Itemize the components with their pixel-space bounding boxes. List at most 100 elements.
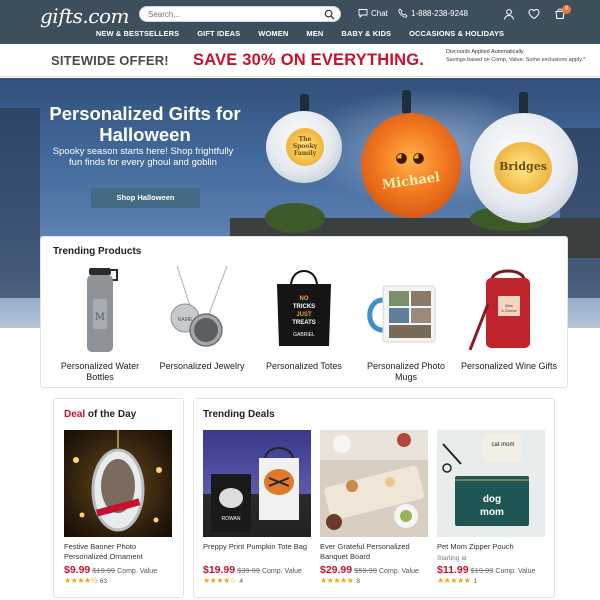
pumpkin-stem — [402, 90, 411, 114]
jewelry-image: NAME — [170, 265, 228, 347]
phone-number: 1-888-238-9248 — [411, 8, 468, 18]
svg-text:dog: dog — [483, 494, 501, 505]
pumpkin-right-text: Bridges — [499, 160, 547, 173]
promo-bar[interactable]: SITEWIDE OFFER! SAVE 30% ON EVERYTHING. … — [0, 44, 600, 77]
site-header: gifts.com Chat 1-888-238-9248 0 NEW & BE… — [0, 0, 600, 44]
deal-star-rating: ★★★★½ 63 — [64, 576, 107, 585]
promo-note-body: Savings based on Comp. Value. Some exclu… — [446, 57, 586, 63]
tote-bag-image: NO TRICKS JUST TREATS GABRIEL — [277, 270, 331, 346]
phone-link[interactable]: 1-888-238-9248 — [398, 8, 468, 18]
deal-price-row: $11.99 $19.99 Comp. Value — [437, 564, 557, 576]
water-bottle-image: M — [87, 268, 118, 352]
chat-link[interactable]: Chat — [358, 8, 388, 18]
svg-text:TREATS: TREATS — [292, 320, 316, 326]
nav-item-women[interactable]: WOMEN — [249, 29, 297, 42]
trending-product-label: Personalized Wine Gifts — [460, 361, 558, 371]
deal-comp-value: Comp. Value — [261, 568, 302, 575]
deal-star-rating: ★★★★☆ 4 — [203, 576, 243, 585]
deal-comp-value: Comp. Value — [378, 568, 419, 575]
account-icon[interactable] — [503, 8, 515, 20]
svg-text:NO: NO — [300, 296, 309, 302]
deal-was-price: $19.99 — [470, 566, 494, 575]
svg-text:JUST: JUST — [296, 312, 312, 318]
main-nav: NEW & BESTSELLERS GIFT IDEAS WOMEN MEN B… — [0, 29, 600, 42]
deal-price-row: $19.99 $39.99 Comp. Value — [203, 564, 323, 576]
svg-text:Wine: Wine — [505, 304, 513, 308]
hero-tree-silhouette — [0, 108, 40, 298]
deal-comp-value: Comp. Value — [495, 568, 536, 575]
deal-title-highlight: Deal — [64, 409, 86, 420]
deal-stars: ★★★★½ — [64, 576, 97, 585]
deal-title-rest: of the Day — [85, 409, 137, 420]
deal-price-row: $29.99 $59.99 Comp. Value — [320, 564, 440, 576]
search-icon[interactable] — [324, 9, 335, 20]
deal-product-name[interactable]: Ever Grateful Personalized Banquet Board — [320, 542, 435, 562]
deal-product-name[interactable]: Festive Banner Photo Personalized Orname… — [64, 542, 179, 562]
nav-item-gift-ideas[interactable]: GIFT IDEAS — [188, 29, 249, 42]
trending-product-label: Personalized Totes — [266, 361, 342, 371]
shop-halloween-button[interactable]: Shop Halloween — [91, 188, 200, 208]
deal-comp-value: Comp. Value — [117, 568, 158, 575]
trending-deals-title: Trending Deals — [203, 409, 275, 420]
heart-icon[interactable] — [528, 8, 540, 20]
deal-review-count: 63 — [99, 578, 108, 585]
tote-name-text: GABRIEL — [293, 332, 315, 338]
deal-price-row: $9.99 $19.99 Comp. Value — [64, 564, 184, 576]
deal-was-price: $59.99 — [354, 566, 378, 575]
trending-product-label: Personalized Jewelry — [159, 361, 245, 371]
banquet-board-image — [320, 430, 428, 537]
deal-price: $19.99 — [203, 564, 236, 576]
deal-stars: ★★★★☆ — [203, 576, 237, 585]
pumpkin-left-text: The Spooky Family — [292, 136, 318, 157]
wine-bag-image: Wine & Cheese — [468, 269, 530, 351]
trending-product-label: Personalized Photo Mugs — [366, 361, 446, 382]
svg-text:TRICKS: TRICKS — [293, 304, 315, 310]
deal-review-count: 4 — [239, 578, 243, 585]
photo-mug-image — [367, 285, 436, 343]
pumpkin-tote-image: ROWAN — [203, 430, 311, 537]
phone-icon — [398, 8, 408, 18]
nav-item-occasions-holidays[interactable]: OCCASIONS & HOLIDAYS — [400, 29, 513, 42]
hero-title: Personalized Gifts for Halloween — [49, 103, 241, 145]
deal-review-count: 8 — [356, 578, 360, 585]
promo-note-title: Discounts Applied Automatically — [446, 49, 524, 55]
deal-review-count: 1 — [473, 578, 477, 585]
nav-item-men[interactable]: MEN — [297, 29, 332, 42]
nav-item-baby-kids[interactable]: BABY & KIDS — [332, 29, 400, 42]
search-input[interactable] — [148, 8, 318, 20]
deal-was-price: $19.99 — [92, 566, 116, 575]
deal-star-rating: ★★★★★ 8 — [320, 576, 360, 585]
deal-star-rating: ★★★★★ 1 — [437, 576, 477, 585]
ornament-image — [64, 430, 172, 537]
zipper-pouch-image: cat mom dog mom — [437, 430, 545, 537]
hero-subtitle: Spooky season starts here! Shop frightfu… — [52, 146, 234, 168]
chat-icon — [358, 9, 368, 18]
site-logo[interactable]: gifts.com — [40, 4, 129, 28]
trending-products-title: Trending Products — [53, 246, 142, 257]
promo-headline: SAVE 30% ON EVERYTHING. — [193, 51, 425, 69]
deal-price: $11.99 — [437, 564, 469, 576]
deal-was-price: $39.99 — [237, 566, 261, 575]
deal-stars: ★★★★★ — [320, 576, 354, 585]
deal-stars: ★★★★★ — [437, 576, 471, 585]
svg-text:M: M — [95, 312, 105, 323]
svg-text:& Cheese: & Cheese — [501, 309, 516, 313]
deal-product-name[interactable]: Preppy Print Pumpkin Tote Bag — [203, 542, 318, 552]
pumpkin-eyes: ◕ ◕ — [395, 150, 425, 166]
deal-tote-name-text: ROWAN — [222, 516, 241, 522]
deal-product-name[interactable]: Pet Mom Zipper Pouch — [437, 542, 552, 552]
cart-count-badge: 0 — [562, 5, 571, 14]
chat-label: Chat — [371, 8, 388, 18]
deal-price: $29.99 — [320, 564, 353, 576]
deal-price: $9.99 — [64, 564, 91, 576]
deal-starting-at: Starting at — [437, 555, 467, 562]
trending-product-label: Personalized Water Bottles — [60, 361, 140, 382]
hero-moss — [265, 203, 325, 233]
svg-text:mom: mom — [480, 507, 504, 518]
pouch-small-text: cat mom — [491, 442, 514, 448]
svg-text:NAME: NAME — [178, 317, 193, 323]
deal-of-the-day-title: Deal of the Day — [64, 409, 136, 420]
promo-sitewide-label: SITEWIDE OFFER! — [51, 53, 169, 68]
search-bar[interactable] — [139, 6, 341, 22]
nav-item-new-bestsellers[interactable]: NEW & BESTSELLERS — [87, 29, 188, 42]
